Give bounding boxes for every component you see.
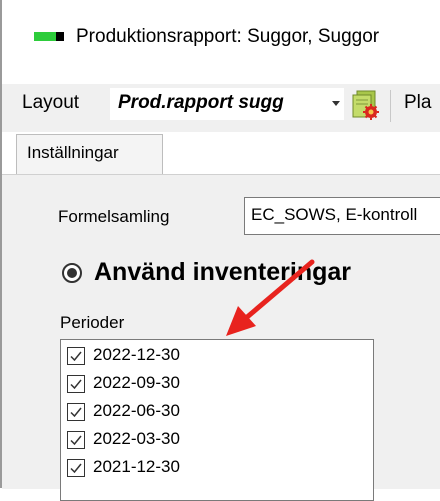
red-arrow-annotation bbox=[226, 259, 315, 336]
